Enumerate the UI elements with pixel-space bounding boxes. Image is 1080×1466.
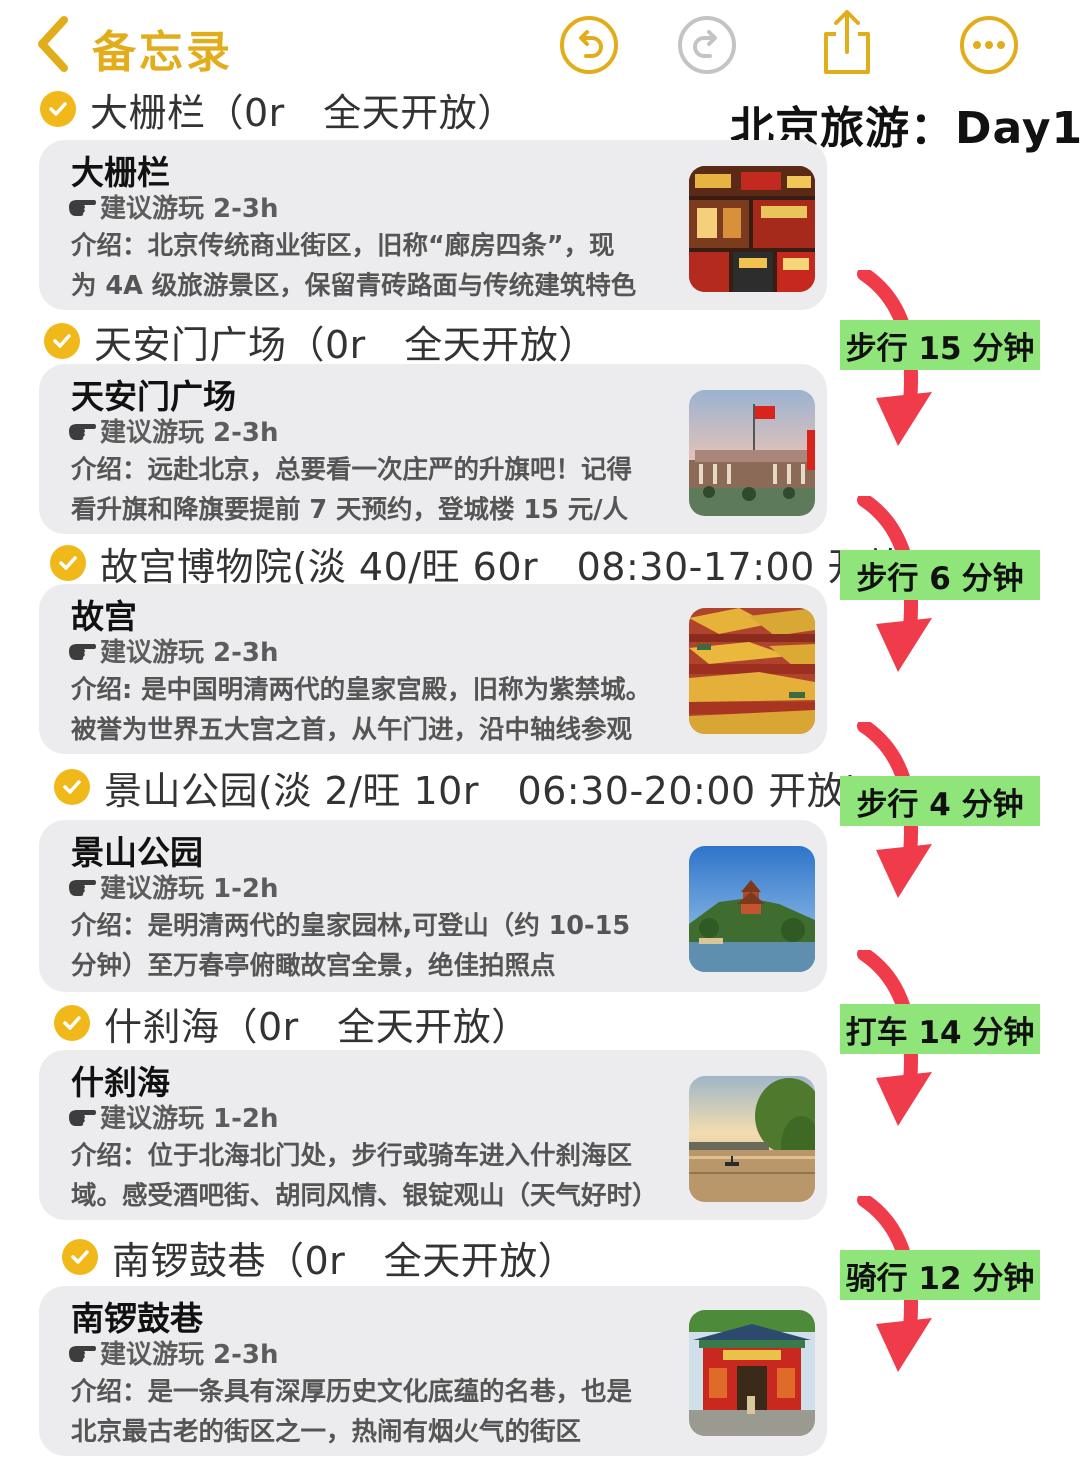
nanluoguxiang-photo[interactable] [689, 1310, 815, 1436]
pointing-hand-icon [69, 879, 96, 896]
back-button-label[interactable]: 备忘录 [92, 16, 233, 80]
spot-header-text: 南锣鼓巷（0r 全天开放） [112, 1238, 577, 1283]
jingshan-park-photo[interactable] [689, 846, 815, 972]
pointing-hand-icon [69, 423, 96, 440]
desc-line: 介绍：远赴北京，总要看一次庄严的升旗吧！记得 [71, 455, 633, 485]
suggestion-text: 建议游玩 2-3h [100, 638, 279, 668]
desc-line: 域。感受酒吧街、胡同风情、银锭观山（天气好时） [71, 1181, 658, 1211]
desc-line: 被誉为世界五大宫之首，从午门进，沿中轴线参观 [71, 715, 633, 745]
suggestion-text: 建议游玩 1-2h [100, 874, 279, 904]
card-suggestion: 建议游玩 1-2h [67, 868, 279, 905]
tiananmen-photo[interactable] [689, 390, 815, 516]
card-title: 大栅栏 [71, 153, 170, 192]
desc-line: 介绍：是明清两代的皇家园林,可登山（约 10-15 [71, 911, 631, 941]
transit-tag: 步行 15 分钟 [840, 320, 1040, 370]
suggestion-text: 建议游玩 2-3h [100, 418, 279, 448]
pointing-hand-icon [69, 1109, 96, 1126]
checkmark-icon[interactable] [40, 91, 76, 127]
card-title: 景山公园 [71, 833, 203, 872]
dashilan-photo[interactable] [689, 166, 815, 292]
pointing-hand-icon [69, 199, 96, 216]
nav-bar: 备忘录 [0, 0, 1080, 88]
desc-line: 看升旗和降旗要提前 7 天预约，登城楼 15 元/人 [71, 495, 629, 525]
spot-header-text: 故宫博物院(淡 40/旺 60r 08:30-17:00 开放) [100, 544, 920, 589]
spot-header-text: 景山公园(淡 2/旺 10r 06:30-20:00 开放) [104, 768, 861, 813]
card-title: 故宫 [71, 597, 137, 636]
shichahai-photo[interactable] [689, 1076, 815, 1202]
share-icon[interactable] [816, 8, 878, 78]
spot-header[interactable]: 故宫博物院(淡 40/旺 60r 08:30-17:00 开放) [50, 538, 920, 589]
card-title: 什刹海 [71, 1063, 170, 1102]
spot-card[interactable]: 南锣鼓巷 建议游玩 2-3h 介绍：是一条具有深厚历史文化底蕴的名巷，也是 北京… [39, 1286, 827, 1456]
spot-header[interactable]: 什刹海（0r 全天开放） [54, 998, 530, 1049]
card-suggestion: 建议游玩 2-3h [67, 632, 279, 669]
spot-header-text: 大栅栏（0r 全天开放） [90, 90, 516, 135]
suggestion-text: 建议游玩 2-3h [100, 194, 279, 224]
checkmark-icon[interactable] [62, 1239, 98, 1275]
card-description: 介绍：是一条具有深厚历史文化底蕴的名巷，也是 北京最古老的街区之一，热闹有烟火气… [71, 1372, 675, 1452]
spot-header[interactable]: 大栅栏（0r 全天开放） [40, 84, 516, 135]
desc-line: 介绍：是一条具有深厚历史文化底蕴的名巷，也是 [71, 1377, 633, 1407]
desc-line: 为 4A 级旅游景区，保留青砖路面与传统建筑特色 [71, 271, 637, 301]
spot-card[interactable]: 景山公园 建议游玩 1-2h 介绍：是明清两代的皇家园林,可登山（约 10-15… [39, 820, 827, 992]
card-title: 天安门广场 [71, 377, 236, 416]
undo-icon[interactable] [558, 14, 620, 76]
card-suggestion: 建议游玩 2-3h [67, 412, 279, 449]
spot-header[interactable]: 天安门广场（0r 全天开放） [44, 316, 597, 367]
forbidden-city-photo[interactable] [689, 608, 815, 734]
spot-card[interactable]: 天安门广场 建议游玩 2-3h 介绍：远赴北京，总要看一次庄严的升旗吧！记得 看… [39, 364, 827, 534]
spot-card[interactable]: 大栅栏 建议游玩 2-3h 介绍：北京传统商业街区，旧称“廊房四条”，现 为 4… [39, 140, 827, 310]
card-suggestion: 建议游玩 2-3h [67, 188, 279, 225]
pointing-hand-icon [69, 643, 96, 660]
desc-line: 介绍：位于北海北门处，步行或骑车进入什刹海区 [71, 1141, 633, 1171]
transit-tag: 步行 4 分钟 [840, 776, 1040, 826]
transit-tag: 打车 14 分钟 [840, 1004, 1040, 1054]
redo-icon[interactable] [676, 14, 738, 76]
desc-line: 分钟）至万春亭俯瞰故宫全景，绝佳拍照点 [71, 951, 556, 981]
desc-line: 北京最古老的街区之一，热闹有烟火气的街区 [71, 1417, 582, 1447]
card-description: 介绍：北京传统商业街区，旧称“廊房四条”，现 为 4A 级旅游景区，保留青砖路面… [71, 226, 675, 306]
suggestion-text: 建议游玩 1-2h [100, 1104, 279, 1134]
transit-tag: 步行 6 分钟 [840, 550, 1040, 600]
card-description: 介绍：是明清两代的皇家园林,可登山（约 10-15 分钟）至万春亭俯瞰故宫全景，… [71, 906, 675, 986]
chevron-left-icon[interactable] [34, 14, 74, 74]
card-suggestion: 建议游玩 2-3h [67, 1334, 279, 1371]
checkmark-icon[interactable] [54, 769, 90, 805]
spot-header[interactable]: 南锣鼓巷（0r 全天开放） [62, 1232, 577, 1283]
spot-header[interactable]: 景山公园(淡 2/旺 10r 06:30-20:00 开放) [54, 762, 861, 813]
transit-tag: 骑行 12 分钟 [840, 1250, 1040, 1300]
spot-header-text: 天安门广场（0r 全天开放） [94, 322, 597, 367]
desc-line: 介绍: 是中国明清两代的皇家宫殿，旧称为紫禁城。 [71, 675, 652, 705]
suggestion-text: 建议游玩 2-3h [100, 1340, 279, 1370]
more-icon[interactable] [958, 14, 1020, 76]
spot-card[interactable]: 什刹海 建议游玩 1-2h 介绍：位于北海北门处，步行或骑车进入什刹海区 域。感… [39, 1050, 827, 1220]
card-description: 介绍: 是中国明清两代的皇家宫殿，旧称为紫禁城。 被誉为世界五大宫之首，从午门进… [71, 670, 675, 750]
checkmark-icon[interactable] [44, 323, 80, 359]
card-description: 介绍：远赴北京，总要看一次庄严的升旗吧！记得 看升旗和降旗要提前 7 天预约，登… [71, 450, 675, 530]
card-description: 介绍：位于北海北门处，步行或骑车进入什刹海区 域。感受酒吧街、胡同风情、银锭观山… [71, 1136, 675, 1216]
card-suggestion: 建议游玩 1-2h [67, 1098, 279, 1135]
card-title: 南锣鼓巷 [71, 1299, 203, 1338]
checkmark-icon[interactable] [50, 545, 86, 581]
pointing-hand-icon [69, 1345, 96, 1362]
desc-line: 介绍：北京传统商业街区，旧称“廊房四条”，现 [71, 231, 615, 261]
spot-card[interactable]: 故宫 建议游玩 2-3h 介绍: 是中国明清两代的皇家宫殿，旧称为紫禁城。 被誉… [39, 584, 827, 754]
checkmark-icon[interactable] [54, 1005, 90, 1041]
spot-header-text: 什刹海（0r 全天开放） [104, 1004, 530, 1049]
